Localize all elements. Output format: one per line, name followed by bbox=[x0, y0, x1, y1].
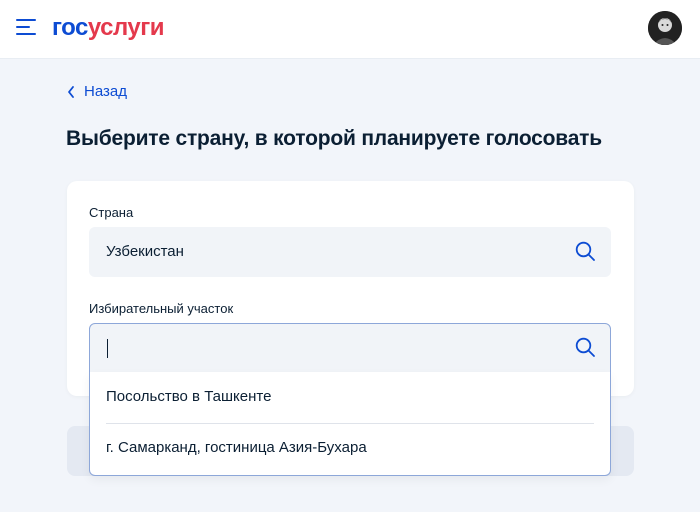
polling-station-dropdown: Посольство в Ташкенте г. Самарканд, гост… bbox=[89, 372, 611, 476]
header: госуслуги bbox=[0, 0, 700, 59]
dropdown-option[interactable]: г. Самарканд, гостиница Азия-Бухара bbox=[106, 439, 367, 456]
search-icon[interactable] bbox=[574, 240, 596, 262]
menu-icon[interactable] bbox=[16, 19, 36, 37]
search-icon[interactable] bbox=[574, 336, 596, 358]
divider bbox=[106, 423, 594, 424]
text-caret bbox=[107, 339, 108, 358]
logo-part1: гос bbox=[52, 14, 88, 41]
back-label: Назад bbox=[84, 83, 127, 100]
chevron-left-icon bbox=[68, 85, 74, 98]
polling-station-label: Избирательный участок bbox=[89, 301, 234, 316]
dropdown-option[interactable]: Посольство в Ташкенте bbox=[106, 388, 271, 405]
country-value: Узбекистан bbox=[106, 243, 184, 260]
country-label: Страна bbox=[89, 205, 134, 220]
logo-part2: услуги bbox=[87, 14, 165, 41]
country-input[interactable]: Узбекистан bbox=[89, 227, 611, 277]
gosuslugi-logo[interactable]: госуслуги bbox=[52, 14, 165, 42]
page-title: Выберите страну, в которой планируете го… bbox=[66, 127, 602, 150]
polling-station-input[interactable] bbox=[89, 323, 611, 373]
back-link[interactable]: Назад bbox=[66, 83, 127, 100]
user-avatar[interactable] bbox=[648, 11, 682, 45]
